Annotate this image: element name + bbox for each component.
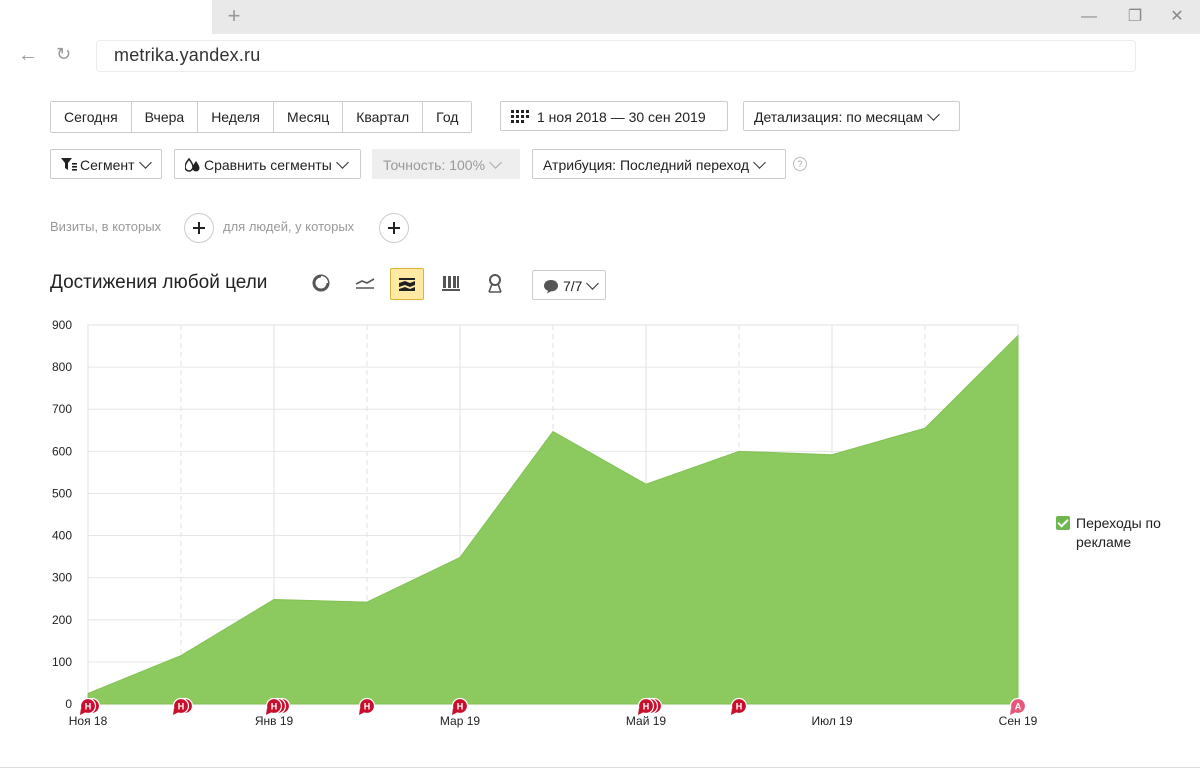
y-tick-label: 300 <box>52 571 72 585</box>
x-tick-label: Янв 19 <box>255 714 294 728</box>
chevron-down-icon <box>335 156 349 169</box>
active-tab[interactable] <box>0 0 212 34</box>
accuracy-label: Точность: 100% <box>383 157 486 173</box>
date-range-label: 1 ноя 2018 — 30 сен 2019 <box>537 109 706 125</box>
x-tick-label: Июл 19 <box>811 714 852 728</box>
notes-dropdown[interactable]: 7/7 <box>532 270 606 300</box>
annotation-label: Н <box>457 702 464 712</box>
y-tick-label: 500 <box>52 486 72 500</box>
pie-chart-icon <box>312 274 330 292</box>
annotation-label: Н <box>85 702 92 712</box>
segment-dropdown[interactable]: Сегмент <box>50 149 162 179</box>
chevron-down-icon <box>927 108 940 121</box>
period-today-button[interactable]: Сегодня <box>51 102 132 132</box>
line-chart-icon <box>355 278 375 289</box>
x-tick-label: Мар 19 <box>440 714 480 728</box>
area-chart-icon <box>399 278 415 291</box>
annotation-label: Н <box>178 702 185 712</box>
close-icon[interactable]: ✕ <box>1166 6 1188 28</box>
compare-drops-icon <box>184 157 200 172</box>
y-tick-label: 200 <box>52 613 72 627</box>
y-tick-label: 400 <box>52 529 72 543</box>
notes-count: 7/7 <box>563 278 583 294</box>
attribution-dropdown[interactable]: Атрибуция: Последний переход <box>532 149 786 179</box>
area-chart: 0 100 200 300 400 500 600 700 800 900 Ноя 18 Янв 19… <box>52 318 1038 728</box>
period-quarter-button[interactable]: Квартал <box>343 102 424 132</box>
tab-bar: + — ❐ ✕ <box>0 0 1200 34</box>
map-pin-icon <box>488 274 502 293</box>
comment-icon <box>544 280 558 294</box>
help-icon[interactable]: ? <box>793 157 807 171</box>
legend-checkbox[interactable] <box>1056 516 1070 530</box>
chevron-down-icon <box>138 156 152 169</box>
period-week-button[interactable]: Неделя <box>198 102 275 132</box>
add-people-condition-button[interactable] <box>379 213 409 243</box>
back-arrow-icon[interactable]: ← <box>18 44 38 67</box>
compare-label: Сравнить сегменты <box>204 157 332 173</box>
y-tick-label: 900 <box>52 318 72 332</box>
compare-segments-dropdown[interactable]: Сравнить сегменты <box>174 149 361 179</box>
chevron-down-icon <box>586 277 600 290</box>
legend-label: Переходы по рекламе <box>1076 515 1161 550</box>
filter-icon <box>61 158 77 171</box>
line-chart-button[interactable] <box>348 268 382 300</box>
segment-label: Сегмент <box>80 157 135 173</box>
y-tick-label: 800 <box>52 360 72 374</box>
map-chart-button[interactable] <box>478 268 512 300</box>
bar-chart-button[interactable] <box>434 268 468 300</box>
chevron-down-icon <box>489 156 502 169</box>
people-filter-label: для людей, у которых <box>223 219 355 234</box>
bar-chart-icon <box>442 276 460 291</box>
visits-filter-label: Визиты, в которых <box>50 219 162 234</box>
add-visit-condition-button[interactable] <box>184 213 214 243</box>
legend-item-ads[interactable]: Переходы по рекламе <box>1056 514 1171 552</box>
area-chart-button[interactable] <box>390 268 424 300</box>
url-text: metrika.yandex.ru <box>114 45 261 65</box>
period-yesterday-button[interactable]: Вчера <box>131 102 199 132</box>
date-range-button[interactable]: 1 ноя 2018 — 30 сен 2019 <box>500 101 728 131</box>
y-tick-label: 600 <box>52 444 72 458</box>
chart-title: Достижения любой цели <box>50 272 268 293</box>
minimize-icon[interactable]: — <box>1078 6 1100 28</box>
period-year-button[interactable]: Год <box>423 102 472 132</box>
restore-icon[interactable]: ❐ <box>1124 6 1146 28</box>
calendar-icon <box>511 110 529 123</box>
annotation-label: Н <box>364 702 371 712</box>
annotation-label: Н <box>643 702 650 712</box>
chevron-down-icon <box>753 156 766 169</box>
reload-icon[interactable]: ↻ <box>56 44 71 65</box>
new-tab-button[interactable]: + <box>222 4 246 28</box>
period-selector: Сегодня Вчера Неделя Месяц Квартал Год <box>50 101 473 133</box>
annotation-label: Н <box>271 702 278 712</box>
y-tick-label: 700 <box>52 402 72 416</box>
attribution-label: Атрибуция: Последний переход <box>543 157 750 173</box>
y-tick-label: 100 <box>52 655 72 669</box>
accuracy-dropdown[interactable]: Точность: 100% <box>372 149 520 179</box>
detail-dropdown[interactable]: Детализация: по месяцам <box>743 101 960 131</box>
pie-chart-button[interactable] <box>304 268 338 300</box>
detail-label: Детализация: по месяцам <box>754 109 923 125</box>
x-tick-label: Май 19 <box>626 714 667 728</box>
y-tick-label: 0 <box>65 697 72 711</box>
annotation-label: Н <box>736 702 743 712</box>
annotation-label: А <box>1015 702 1022 712</box>
x-tick-label: Ноя 18 <box>69 714 108 728</box>
period-month-button[interactable]: Месяц <box>274 102 344 132</box>
x-tick-label: Сен 19 <box>999 714 1038 728</box>
